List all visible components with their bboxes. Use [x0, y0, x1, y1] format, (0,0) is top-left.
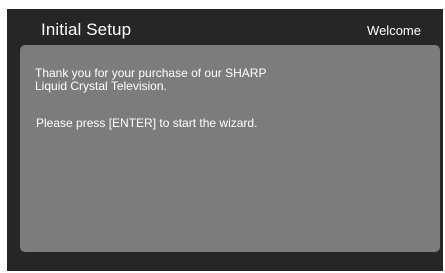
- instruction-message: Please press [ENTER] to start the wizard…: [36, 116, 258, 130]
- setup-screen: Initial Setup Welcome Thank you for your…: [7, 9, 443, 271]
- step-label: Welcome: [367, 23, 421, 38]
- thank-you-message: Thank you for your purchase of our SHARP…: [35, 66, 267, 93]
- message-panel: Thank you for your purchase of our SHARP…: [20, 45, 440, 252]
- page-title: Initial Setup: [41, 20, 132, 39]
